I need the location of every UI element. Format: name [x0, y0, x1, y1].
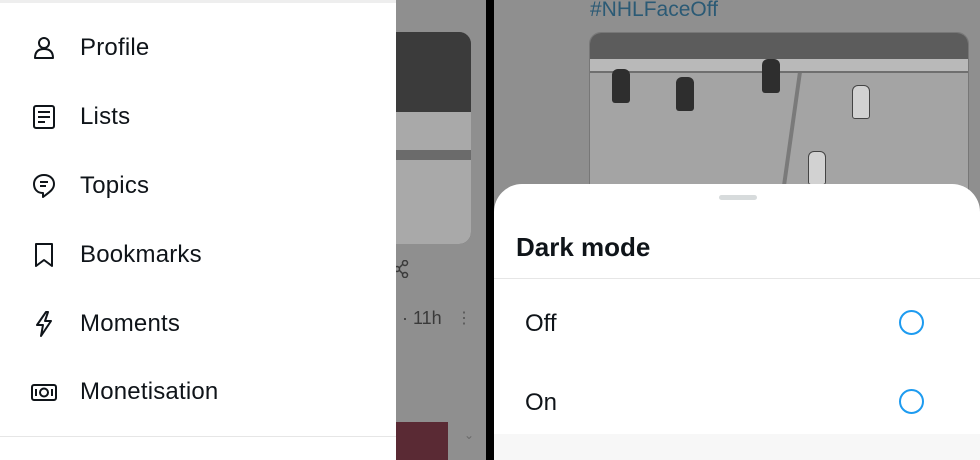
topics-icon: [30, 172, 58, 200]
drawer-item-label: Topics: [80, 172, 150, 199]
drawer-item-monetisation[interactable]: Monetisation: [0, 362, 396, 422]
background-video-thumbnail: [396, 32, 471, 244]
hashtag-link[interactable]: #NHLFaceOff: [590, 0, 718, 22]
chevron-down-icon: ⌄: [464, 428, 475, 442]
bookmark-icon: [30, 241, 58, 269]
drawer-item-lists[interactable]: Lists: [0, 87, 396, 147]
right-phone-screen: #NHLFaceOff Dark mode Off On: [494, 0, 980, 460]
list-icon: [30, 103, 58, 131]
drawer-item-label: Bookmarks: [80, 241, 202, 268]
sheet-title: Dark mode: [516, 232, 651, 262]
person-icon: [30, 34, 58, 62]
tweet-timestamp: · 11h: [402, 308, 442, 328]
next-option-row: [494, 434, 980, 460]
option-off[interactable]: Off: [494, 290, 980, 350]
drawer-item-label: Profile: [80, 34, 150, 61]
sheet-divider: [494, 278, 980, 279]
radio-on[interactable]: [899, 389, 924, 414]
drawer-item-profile[interactable]: Profile: [0, 18, 396, 78]
drawer-item-label: Lists: [80, 103, 131, 130]
option-label: On: [525, 389, 558, 416]
drag-handle[interactable]: [719, 195, 757, 200]
option-label: Off: [525, 310, 557, 337]
dark-mode-bottom-sheet: Dark mode Off On: [494, 184, 980, 460]
drawer-item-bookmarks[interactable]: Bookmarks: [0, 225, 396, 285]
drawer-item-moments[interactable]: Moments: [0, 294, 396, 354]
drawer-item-topics[interactable]: Topics: [0, 156, 396, 216]
lightning-icon: [30, 310, 58, 338]
drawer-item-label: Moments: [80, 310, 181, 337]
share-icon: [394, 260, 409, 278]
radio-off[interactable]: [899, 310, 924, 335]
drawer-item-label: Monetisation: [80, 378, 219, 405]
more-options-icon: ⋮: [456, 310, 472, 327]
navigation-drawer: Profile Lists Topics Bookmarks Moments M…: [0, 0, 396, 460]
left-phone-screen: · 11h ⋮ ⌄ Profile Lists Topics Bookmarks…: [0, 0, 486, 460]
option-on[interactable]: On: [494, 369, 980, 429]
drawer-divider: [0, 436, 396, 437]
background-thumbnail: [396, 422, 448, 460]
money-icon: [30, 378, 58, 406]
